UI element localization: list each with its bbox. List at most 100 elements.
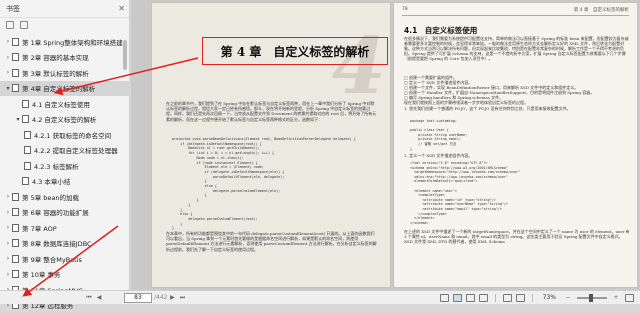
chevron-right-icon[interactable]: › bbox=[4, 255, 12, 262]
chevron-right-icon[interactable]: › bbox=[4, 271, 12, 278]
bookmark-item[interactable]: ▾ 4.2 自定义标签的解析 bbox=[0, 112, 130, 128]
bookmark-label: 第 9章 整合MyBatis bbox=[22, 254, 82, 264]
fit-width-icon[interactable] bbox=[503, 294, 512, 302]
chevron-right-icon[interactable]: › bbox=[4, 193, 12, 200]
page-number-input[interactable]: 83 bbox=[124, 293, 152, 303]
bookmark-item[interactable]: ›第 2章 容器的基本实现 bbox=[0, 50, 130, 66]
bookmark-item[interactable]: › 第 6章 容器的功能扩展 bbox=[0, 205, 130, 221]
bookmark-label: 第 5章 bean的加载 bbox=[22, 192, 79, 202]
xsd-code-block: <?xml version="1.0" encoding="UTF-8"?> <… bbox=[410, 161, 632, 225]
book-mode-icon[interactable] bbox=[479, 294, 488, 302]
fullscreen-icon[interactable] bbox=[625, 294, 634, 302]
close-icon[interactable]: ✕ bbox=[118, 4, 125, 13]
bookmark-icon bbox=[12, 38, 19, 46]
bookmark-label: 4.1 自定义标签使用 bbox=[32, 99, 90, 109]
divider bbox=[495, 294, 496, 302]
chevron-right-icon[interactable]: › bbox=[4, 54, 12, 61]
chapter-number-watermark: 4 bbox=[332, 21, 386, 112]
bookmark-item[interactable]: ›4.1 自定义标签使用 bbox=[0, 96, 130, 112]
body-paragraph: 在本章中，所有的功能都是围绕其中的一句代码 delegate.parseCust… bbox=[166, 231, 378, 252]
bookmark-item[interactable]: › 第 7章 AOP bbox=[0, 220, 130, 236]
intro-paragraph: 在之前的章节中，我们提到了在 Spring 中存在默认标签与自定义标签两种，而在… bbox=[166, 101, 378, 122]
sidebar-scrollbar[interactable] bbox=[123, 40, 127, 70]
document-canvas: 4 第 4 章 自定义标签的解析 在之前的章节中，我们提到了在 Spring 中… bbox=[131, 0, 640, 290]
sidebar-title: 书签 bbox=[6, 4, 20, 14]
bookmark-icon bbox=[12, 255, 19, 263]
bookmark-label: 第 6章 容器的功能扩展 bbox=[22, 207, 89, 217]
bookmark-item[interactable]: ▾第 4章 自定义标签的解析 bbox=[0, 81, 130, 97]
bookmark-icon bbox=[24, 131, 31, 139]
sidebar-toolbar bbox=[0, 18, 129, 32]
bookmark-sidebar: 书签 ✕ ›第 1章 Spring整体架构和环境搭建›第 2章 容器的基本实现›… bbox=[0, 0, 130, 304]
bookmark-item[interactable]: ›4.3 本章小结 bbox=[0, 174, 130, 190]
bookmark-icon bbox=[22, 115, 29, 123]
bookmark-icon bbox=[12, 270, 19, 278]
bookmark-tree: ›第 1章 Spring整体架构和环境搭建›第 2章 容器的基本实现›第 3章 … bbox=[0, 34, 130, 313]
chevron-right-icon[interactable]: › bbox=[4, 224, 12, 231]
bookmark-item[interactable]: › 第 9章 整合MyBatis bbox=[0, 251, 130, 267]
java-code-block: package test.customtag; public class Use… bbox=[410, 119, 632, 151]
last-page-icon[interactable]: ⏭ bbox=[177, 294, 187, 302]
single-page-icon[interactable] bbox=[440, 294, 449, 302]
chapter-title-highlight: 第 4 章 自定义标签的解析 bbox=[202, 37, 388, 65]
total-pages: /442 bbox=[154, 294, 167, 301]
chevron-down-icon[interactable]: ▾ bbox=[4, 85, 12, 92]
bookmark-label: 第 1章 Spring整体架构和环境搭建 bbox=[22, 37, 123, 47]
chevron-right-icon[interactable]: › bbox=[4, 69, 12, 76]
bookmark-icon bbox=[22, 177, 29, 185]
bookmark-label: 第 7章 AOP bbox=[22, 223, 57, 233]
left-page: 4 第 4 章 自定义标签的解析 在之前的章节中，我们提到了在 Spring 中… bbox=[151, 2, 391, 288]
bookmark-item[interactable]: › 第 1章 Spring整体架构和环境搭建 bbox=[0, 34, 130, 50]
continuous-icon[interactable] bbox=[466, 294, 475, 302]
bookmark-item[interactable]: ›4.2.2 提取自定义标签处理器 bbox=[0, 143, 130, 159]
bookmark-label: 4.2.1 获取标签的命名空间 bbox=[34, 130, 111, 140]
steps-list: □ 创建一个需要扩展的组件。 □ 定义一个 XSD 文件描述组件内容。 □ 创建… bbox=[404, 75, 630, 111]
bookmark-item[interactable]: › 第 10章 事务 bbox=[0, 267, 130, 283]
bookmark-item[interactable]: ›4.2.3 标签解析 bbox=[0, 158, 130, 174]
bookmark-icon bbox=[12, 239, 19, 247]
bookmark-item[interactable]: ›第 8章 数据库连接JDBC bbox=[0, 236, 130, 252]
prev-page-icon[interactable]: ◀ bbox=[94, 294, 104, 301]
section-title: 4.1 自定义标签使用 bbox=[404, 25, 477, 36]
bookmark-label: 第 10章 事务 bbox=[22, 269, 60, 279]
running-title: 第 4 章 自定义标签的解析 bbox=[574, 7, 629, 13]
running-header: 78 第 4 章 自定义标签的解析 bbox=[402, 7, 629, 16]
bookmark-icon bbox=[22, 100, 29, 108]
step-two-text: 2. 定义一个 XSD 文件描述组件内容。 bbox=[404, 153, 630, 158]
bookmark-icon bbox=[12, 224, 19, 232]
fit-page-icon[interactable] bbox=[516, 294, 525, 302]
xsd-description: 在上述的 XSD 文件中描述了一个新的 targetNamespace，并在这个… bbox=[404, 229, 630, 244]
divider bbox=[532, 294, 533, 302]
bookmark-icon bbox=[24, 162, 31, 170]
chevron-right-icon[interactable]: › bbox=[4, 209, 12, 216]
bookmark-icon bbox=[12, 193, 19, 201]
bookmark-icon bbox=[12, 208, 19, 216]
expand-all-icon[interactable] bbox=[20, 21, 28, 29]
bookmark-icon bbox=[12, 69, 19, 77]
bookmark-item[interactable]: ›4.2.1 获取标签的命名空间 bbox=[0, 127, 130, 143]
bookmark-label: 4.3 本章小结 bbox=[32, 176, 70, 186]
bookmark-item[interactable]: › 第 3章 默认标签的解析 bbox=[0, 65, 130, 81]
chevron-right-icon[interactable]: › bbox=[4, 240, 12, 247]
bookmark-item[interactable]: › 第 5章 bean的加载 bbox=[0, 189, 130, 205]
zoom-out-icon[interactable]: − bbox=[563, 294, 573, 301]
bookmark-label: 4.2.3 标签解析 bbox=[34, 161, 79, 171]
bookmark-label: 4.2 自定义标签的解析 bbox=[32, 114, 96, 124]
status-bar: ⏮ ◀ 83 /442 ▶ ⏭ 73% − + bbox=[0, 290, 640, 304]
add-bookmark-icon[interactable] bbox=[6, 21, 14, 29]
bookmark-icon bbox=[24, 146, 31, 154]
bookmark-icon bbox=[12, 53, 19, 61]
bookmark-label: 第 3章 默认标签的解析 bbox=[22, 68, 89, 78]
first-page-icon[interactable]: ⏮ bbox=[84, 294, 94, 302]
section-paragraph: 在很多情况下，我们需要为系统提供可配置化支持，简单的做法可以直接基于 Sprin… bbox=[404, 36, 630, 61]
double-page-icon[interactable] bbox=[453, 294, 462, 302]
next-page-icon[interactable]: ▶ bbox=[167, 294, 177, 301]
zoom-level[interactable]: 73% bbox=[543, 294, 556, 301]
bookmark-label: 4.2.2 提取自定义标签处理器 bbox=[34, 145, 118, 155]
chevron-down-icon[interactable]: ▾ bbox=[14, 116, 22, 123]
zoom-slider[interactable] bbox=[577, 297, 607, 299]
code-block: protected void parseBeanDefinitions(Elem… bbox=[172, 137, 382, 231]
zoom-in-icon[interactable]: + bbox=[611, 294, 621, 301]
sidebar-header: 书签 ✕ bbox=[0, 0, 129, 18]
chevron-right-icon[interactable]: › bbox=[4, 38, 12, 45]
